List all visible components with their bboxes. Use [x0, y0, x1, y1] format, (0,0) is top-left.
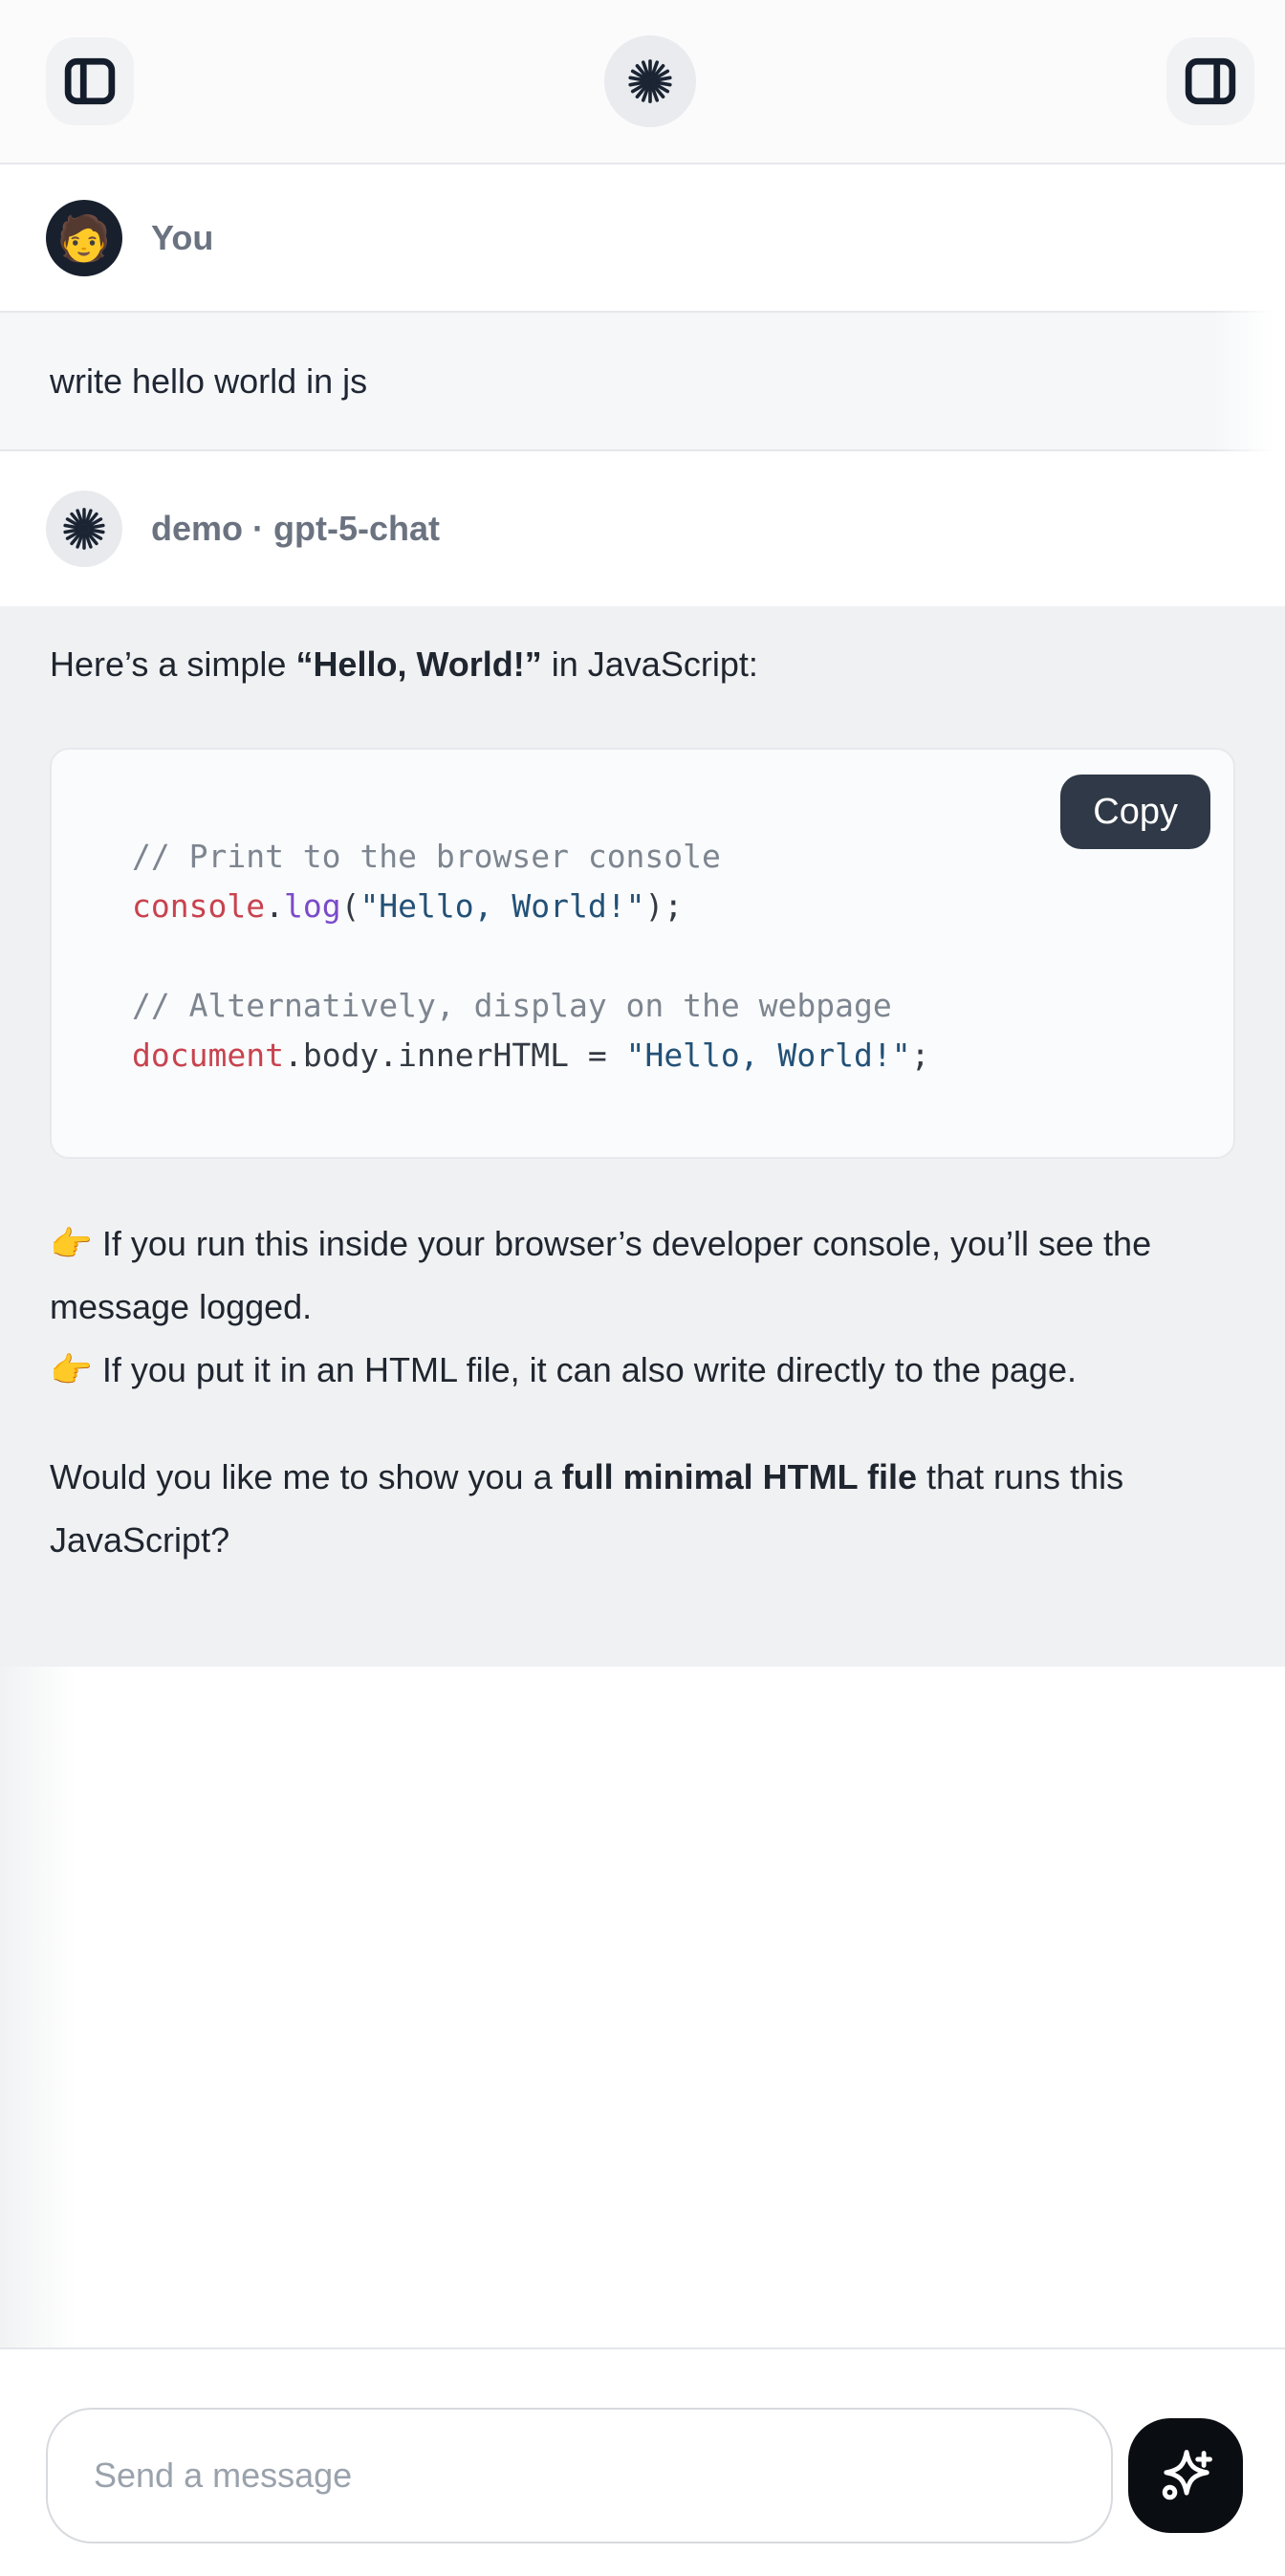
code-comment: // Alternatively, display on the webpage	[132, 987, 892, 1024]
assistant-question-paragraph: Would you like me to show you a full min…	[50, 1446, 1235, 1572]
user-message-header: 🧑 You	[0, 164, 1285, 311]
code-string: "Hello, World!"	[359, 887, 644, 925]
starburst-avatar-icon	[63, 508, 105, 550]
code-punct: );	[644, 887, 683, 925]
send-button[interactable]	[1128, 2418, 1243, 2533]
code-props: .body.innerHTML	[284, 1037, 569, 1074]
sidebar-toggle-button[interactable]	[46, 37, 134, 125]
assistant-tips-paragraph: 👉 If you run this inside your browser’s …	[50, 1212, 1235, 1402]
starburst-logo-icon	[628, 59, 672, 103]
assistant-message-header: demo · gpt-5-chat	[0, 451, 1285, 606]
assistant-message: Here’s a simple “Hello, World!” in JavaS…	[0, 606, 1285, 1667]
chat-app-screen: 🧑 You write hello world in js	[0, 0, 1285, 2576]
composer-bar	[0, 2347, 1285, 2576]
code-punct: ;	[911, 1037, 930, 1074]
question-text: Would you like me to show you a	[50, 1457, 562, 1496]
assistant-avatar	[46, 491, 122, 567]
panel-right-icon	[1185, 55, 1236, 107]
tip-line: 👉 If you put it in an HTML file, it can …	[50, 1339, 1235, 1402]
code-punct: .	[265, 887, 284, 925]
code-punct: (	[341, 887, 360, 925]
code-object: console	[132, 887, 265, 925]
edge-fade	[0, 1667, 76, 2347]
code-string: "Hello, World!"	[626, 1037, 911, 1074]
edge-fade	[1212, 311, 1285, 451]
top-bar	[0, 0, 1285, 164]
code-content: // Print to the browser console console.…	[132, 832, 1195, 1081]
user-avatar-emoji: 🧑	[56, 216, 111, 260]
user-message: write hello world in js	[0, 311, 1285, 451]
right-panel-toggle-button[interactable]	[1166, 37, 1254, 125]
chat-scroll-spacer	[0, 1667, 1285, 2347]
assistant-name-label: demo · gpt-5-chat	[151, 509, 440, 549]
sparkle-icon	[1153, 2443, 1218, 2508]
user-avatar: 🧑	[46, 200, 122, 276]
brand-logo-button[interactable]	[604, 35, 696, 127]
code-object: document	[132, 1037, 284, 1074]
user-message-text: write hello world in js	[50, 361, 367, 402]
code-comment: // Print to the browser console	[132, 838, 721, 875]
copy-code-button[interactable]: Copy	[1060, 775, 1210, 849]
code-method: log	[284, 887, 341, 925]
tip-line: 👉 If you run this inside your browser’s …	[50, 1212, 1235, 1339]
code-block: Copy // Print to the browser console con…	[50, 748, 1235, 1159]
intro-bold-text: “Hello, World!”	[295, 644, 541, 684]
intro-text-post: in JavaScript:	[542, 644, 758, 684]
user-name-label: You	[151, 218, 213, 258]
message-input[interactable]	[46, 2408, 1113, 2543]
intro-text: Here’s a simple	[50, 644, 295, 684]
question-bold-text: full minimal HTML file	[562, 1457, 917, 1496]
panel-left-icon	[64, 55, 116, 107]
assistant-intro-paragraph: Here’s a simple “Hello, World!” in JavaS…	[50, 633, 1235, 696]
code-operator: =	[569, 1037, 626, 1074]
